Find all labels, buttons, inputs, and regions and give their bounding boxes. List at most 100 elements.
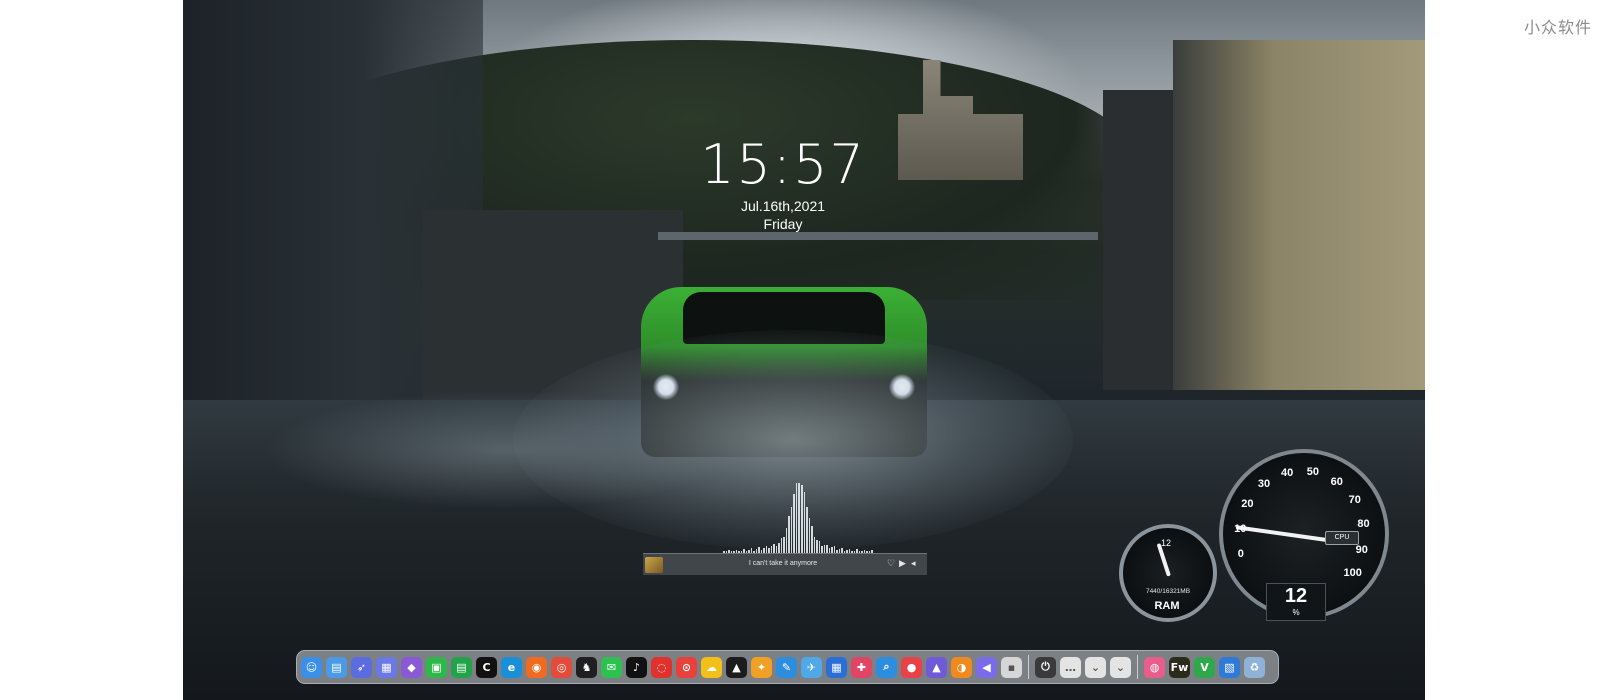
visualizer-bar	[793, 493, 795, 553]
play-icon[interactable]: ▶	[899, 559, 906, 568]
greenbox-icon[interactable]: ▤	[451, 656, 472, 678]
visualizer-bar	[773, 543, 775, 553]
visualizer-bar	[803, 492, 806, 553]
visualizer-bar	[780, 538, 783, 553]
infinity-icon[interactable]: ▲	[726, 656, 747, 678]
visualizer-bar	[798, 483, 800, 553]
ram-memory: 7440/16321MB	[1145, 588, 1191, 595]
visualizer-bar	[826, 544, 828, 553]
visualizer-bar	[808, 517, 811, 553]
visualizer-bar	[818, 541, 821, 553]
chevron-down-icon[interactable]: ⌄	[1085, 656, 1106, 678]
visualizer-bar	[823, 545, 826, 553]
volume-icon[interactable]: ◂	[911, 559, 916, 568]
cpu-value: 12	[1284, 585, 1308, 607]
app-grid-icon[interactable]: ▦	[376, 656, 397, 678]
clock-widget: 15:57 Jul.16th,2021 Friday	[683, 133, 883, 233]
ai-app-icon[interactable]: ◆	[401, 656, 422, 678]
edge-browser-icon[interactable]: e	[501, 656, 522, 678]
audio-visualizer	[723, 483, 873, 553]
launchpad-icon[interactable]: ➶	[351, 656, 372, 678]
clock-date: Jul.16th,2021	[740, 198, 826, 214]
cpu-tick-label: 80	[1357, 518, 1370, 531]
apps-switcher-icon[interactable]: ▪	[1001, 656, 1022, 678]
firefox-icon[interactable]: ◉	[526, 656, 547, 678]
cpu-tick-label: 100	[1343, 566, 1362, 579]
record-icon[interactable]: ●	[901, 656, 922, 678]
chevron-down-alt-icon[interactable]: ⌄	[1110, 656, 1131, 678]
cpu-tick-label: 40	[1281, 466, 1294, 479]
cpu-tick-label: 0	[1237, 548, 1244, 561]
trash-icon[interactable]: ♻	[1244, 656, 1265, 678]
more-icon[interactable]: …	[1060, 656, 1081, 678]
visualizer-bar	[788, 516, 790, 553]
wallpaper-bridge	[658, 232, 1098, 240]
wallpaper-right-building	[1173, 40, 1425, 390]
visualizer-bar	[821, 545, 823, 553]
power-icon[interactable]: ⏻	[1035, 656, 1056, 678]
visualizer-bar	[813, 536, 816, 553]
bird-icon[interactable]: ✈	[801, 656, 822, 678]
clock-day: Friday	[763, 216, 803, 232]
chrome-icon[interactable]: ◎	[551, 656, 572, 678]
dock-separator	[1137, 655, 1138, 679]
cpu-tick-label: 20	[1241, 497, 1254, 510]
visualizer-bar	[816, 539, 818, 553]
desktop: 15:57 Jul.16th,2021 Friday I can't take …	[183, 0, 1425, 700]
notes-icon[interactable]: ✎	[776, 656, 797, 678]
qq-icon[interactable]: ♞	[576, 656, 597, 678]
netease-cloud-icon[interactable]: ⊙	[676, 656, 697, 678]
visualizer-bar	[790, 507, 793, 553]
cpu-tick-label: 90	[1355, 544, 1368, 557]
cpu-tick-label: 50	[1306, 465, 1320, 478]
visualizer-bar	[770, 546, 773, 553]
image-viewer-icon[interactable]: ▲	[926, 656, 947, 678]
visualizer-bar	[778, 542, 780, 553]
cpu-tick-label: 10	[1234, 522, 1247, 535]
photo-icon[interactable]: ▧	[1219, 656, 1240, 678]
cpu-needle	[1235, 525, 1328, 542]
green-v-icon[interactable]: V	[1194, 656, 1215, 678]
watermark-text: 小众软件	[1523, 18, 1592, 37]
dock-separator	[1028, 655, 1029, 679]
visualizer-bar	[783, 536, 785, 553]
music-player: I can't take it anymore ♡ ▶ ◂	[643, 553, 927, 575]
cpu-tick-label: 70	[1348, 494, 1361, 507]
wechat-icon[interactable]: ✉	[601, 656, 622, 678]
visualizer-bar	[765, 545, 768, 553]
ram-percent: 12	[1161, 538, 1172, 548]
search-app-icon[interactable]: ⌕	[876, 656, 897, 678]
colorful-ball-icon[interactable]: ◍	[1144, 656, 1165, 678]
finder-icon[interactable]: ☺	[301, 656, 322, 678]
track-title: I can't take it anymore	[748, 560, 818, 567]
files-icon[interactable]: ▤	[326, 656, 347, 678]
cpu-readout: 12 %	[1266, 583, 1326, 621]
visualizer-bar	[795, 483, 798, 553]
puzzle-icon[interactable]: ✚	[851, 656, 872, 678]
speaker-icon[interactable]: ◀	[976, 656, 997, 678]
dock: ☺ ▤ ➶ ▦ ◆ ▣ ▤ Ce ◉ ◎ ♞ ✉ ♪ ◌ ⊙ ☁ ▲ ✦ ✎ ✈ ▦ ✚ ⌕ ● ▲ ◑ ◀ ▪ ⏻… ⌄ ⌄ ◍ Fw V ▧ ♻	[296, 650, 1279, 684]
visualizer-bar	[775, 545, 778, 553]
fireworks-icon[interactable]: Fw	[1169, 656, 1190, 678]
visualizer-bar	[806, 507, 808, 553]
netease-music-icon[interactable]: ◌	[651, 656, 672, 678]
ram-needle	[1156, 543, 1171, 577]
c-app-icon[interactable]: C	[476, 656, 497, 678]
tiktok-icon[interactable]: ♪	[626, 656, 647, 678]
visualizer-bar	[833, 546, 836, 553]
visualizer-bar	[800, 484, 803, 553]
visualizer-bar	[811, 526, 813, 553]
ram-label: RAM	[1154, 600, 1180, 612]
cloud-drive-icon[interactable]: ☁	[701, 656, 722, 678]
cpu-tick-label: 30	[1257, 478, 1271, 491]
album-art[interactable]	[645, 557, 663, 573]
clock-time: 15:57	[700, 133, 866, 196]
wechat-store-icon[interactable]: ▣	[426, 656, 447, 678]
cpu-unit: %	[1292, 608, 1300, 617]
cpu-tag: CPU	[1325, 531, 1359, 545]
grid-app-icon[interactable]: ▦	[826, 656, 847, 678]
jiguang-icon[interactable]: ✦	[751, 656, 772, 678]
cpu-tick-label: 60	[1330, 475, 1343, 488]
heart-icon[interactable]: ♡	[887, 559, 895, 568]
orange-app-icon[interactable]: ◑	[951, 656, 972, 678]
